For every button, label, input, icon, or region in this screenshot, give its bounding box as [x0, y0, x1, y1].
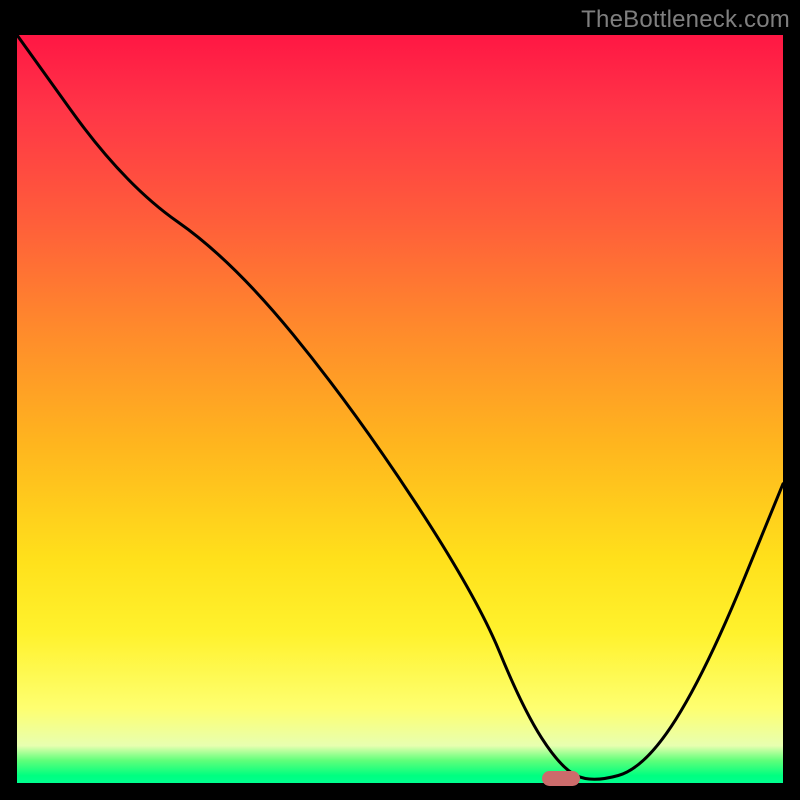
plot-gradient-background	[17, 35, 783, 783]
watermark-text: TheBottleneck.com	[581, 6, 790, 34]
chart-container: TheBottleneck.com	[0, 0, 800, 800]
optimal-point-marker	[542, 771, 580, 786]
